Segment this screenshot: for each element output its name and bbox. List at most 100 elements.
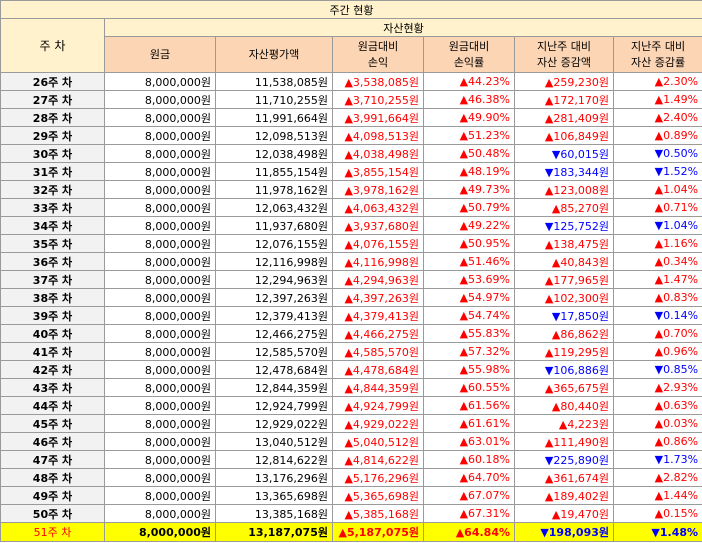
asset-value-cell: 12,814,622원 [215,450,333,469]
week-cell: 37주 차 [0,270,105,289]
principal-cell: 8,000,000원 [104,144,216,163]
asset-value-cell: 12,924,799원 [215,396,333,415]
pl-rate-cell: ▲55.83% [423,324,515,343]
asset-value-cell: 13,040,512원 [215,432,333,451]
asset-value-cell: 13,176,296원 [215,468,333,487]
week-cell: 49주 차 [0,486,105,505]
pl-rate-cell: ▲57.32% [423,342,515,361]
weekly-change-rate-cell: ▲0.34% [612,252,702,271]
asset-value-cell: 12,478,684원 [215,360,333,379]
week-cell: 38주 차 [0,288,105,307]
asset-value-cell: 12,929,022원 [215,414,333,433]
table-row: 46주 차 8,000,000원 13,040,512원 ▲5,040,512원 ▲63… [0,432,702,451]
weekly-change-cell: ▲189,402원 [514,486,614,505]
weekly-change-cell: ▼60,015원 [514,144,614,163]
table-row: 49주 차 8,000,000원 13,365,698원 ▲5,365,698원 ▲67… [0,486,702,505]
weekly-change-cell: ▲111,490원 [514,432,614,451]
principal-header: 원금 [104,36,216,73]
week-cell: 41주 차 [0,342,105,361]
weekly-change-rate-cell: ▲2.82% [612,468,702,487]
table-row: 43주 차 8,000,000원 12,844,359원 ▲4,844,359원 ▲60… [0,378,702,397]
weekly-change-cell: ▼183,344원 [514,162,614,181]
weekly-change-cell: ▲123,008원 [514,180,614,199]
pl-rate-cell: ▲55.98% [423,360,515,379]
weekly-change-rate-cell: ▲0.71% [612,198,702,217]
week-cell: 28주 차 [0,108,105,127]
week-cell: 26주 차 [0,72,105,91]
weekly-change-cell: ▲40,843원 [514,252,614,271]
week-cell: 30주 차 [0,144,105,163]
asset-value-cell: 12,379,413원 [215,306,333,325]
weekly-change-rate-cell: ▲0.83% [612,288,702,307]
table-row: 31주 차 8,000,000원 11,855,154원 ▲3,855,154원 ▲48… [0,162,702,181]
weekly-change-cell: ▲119,295원 [514,342,614,361]
weekly-change-cell: ▼106,886원 [514,360,614,379]
principal-cell: 8,000,000원 [104,252,216,271]
week-cell: 44주 차 [0,396,105,415]
principal-cell: 8,000,000원 [104,486,216,505]
weekly-change-cell: ▼198,093원 [514,522,614,542]
principal-cell: 8,000,000원 [104,126,216,145]
pl-rate-cell: ▲67.31% [423,504,515,523]
pl-rate-cell: ▲49.90% [423,108,515,127]
pl-cell: ▲4,063,432원 [332,198,424,217]
weekly-change-rate-cell: ▼1.48% [612,522,702,542]
pl-cell: ▲3,855,154원 [332,162,424,181]
weekly-change-rate-cell: ▲1.16% [612,234,702,253]
asset-status-header: 자산현황 [103,18,702,37]
weekly-change-cell: ▲361,674원 [514,468,614,487]
pl-rate-cell: ▲49.73% [423,180,515,199]
pl-cell: ▲4,294,963원 [332,270,424,289]
pl-cell: ▲5,365,698원 [332,486,424,505]
principal-cell: 8,000,000원 [104,360,216,379]
weekly-change-cell: ▲281,409원 [514,108,614,127]
week-column-header: 주 차 [0,18,105,73]
table-row: 30주 차 8,000,000원 12,038,498원 ▲4,038,498원 ▲50… [0,144,702,163]
table-title: 주간 현황 [0,0,702,19]
pl-cell: ▲4,929,022원 [332,414,424,433]
asset-value-cell: 13,187,075원 [215,522,333,542]
week-cell: 48주 차 [0,468,105,487]
weekly-change-rate-cell: ▲0.86% [612,432,702,451]
pl-rate-cell: ▲61.61% [423,414,515,433]
pl-rate-cell: ▲60.18% [423,450,515,469]
principal-cell: 8,000,000원 [104,90,216,109]
weekly-change-cell: ▲177,965원 [514,270,614,289]
pl-cell: ▲4,585,570원 [332,342,424,361]
pl-cell: ▲4,397,263원 [332,288,424,307]
pl-rate-cell: ▲53.69% [423,270,515,289]
weekly-change-rate-cell: ▲2.40% [612,108,702,127]
week-cell: 36주 차 [0,252,105,271]
weekly-change-cell: ▼17,850원 [514,306,614,325]
pl-rate-cell: ▲50.48% [423,144,515,163]
weekly-change-cell: ▲86,862원 [514,324,614,343]
week-cell: 31주 차 [0,162,105,181]
table-row: 50주 차 8,000,000원 13,385,168원 ▲5,385,168원 ▲67… [0,504,702,523]
asset-value-cell: 12,098,513원 [215,126,333,145]
pl-cell: ▲4,379,413원 [332,306,424,325]
title-row: 주간 현황 [0,0,702,19]
weekly-change-cell: ▲19,470원 [514,504,614,523]
principal-cell: 8,000,000원 [104,306,216,325]
weekly-change-rate-cell: ▼1.04% [612,216,702,235]
asset-value-cell: 12,294,963원 [215,270,333,289]
pl-cell: ▲4,098,513원 [332,126,424,145]
asset-value-cell: 12,397,263원 [215,288,333,307]
weekly-change-cell: ▲85,270원 [514,198,614,217]
pl-rate-cell: ▲51.46% [423,252,515,271]
table-row: 42주 차 8,000,000원 12,478,684원 ▲4,478,684원 ▲55… [0,360,702,379]
asset-value-cell: 12,116,998원 [215,252,333,271]
pl-cell: ▲5,187,075원 [332,522,424,542]
pl-cell: ▲5,385,168원 [332,504,424,523]
asset-value-cell: 12,038,498원 [215,144,333,163]
weekly-change-rate-cell: ▲1.49% [612,90,702,109]
weekly-change-rate-cell: ▲0.63% [612,396,702,415]
week-cell: 27주 차 [0,90,105,109]
pl-cell: ▲3,991,664원 [332,108,424,127]
pl-header: 원금대비 손익 [332,36,424,73]
weekly-change-rate-cell: ▲0.89% [612,126,702,145]
weekly-change-rate-cell: ▲1.44% [612,486,702,505]
asset-value-cell: 12,076,155원 [215,234,333,253]
weekly-change-rate-cell: ▼1.52% [612,162,702,181]
principal-cell: 8,000,000원 [104,522,216,542]
